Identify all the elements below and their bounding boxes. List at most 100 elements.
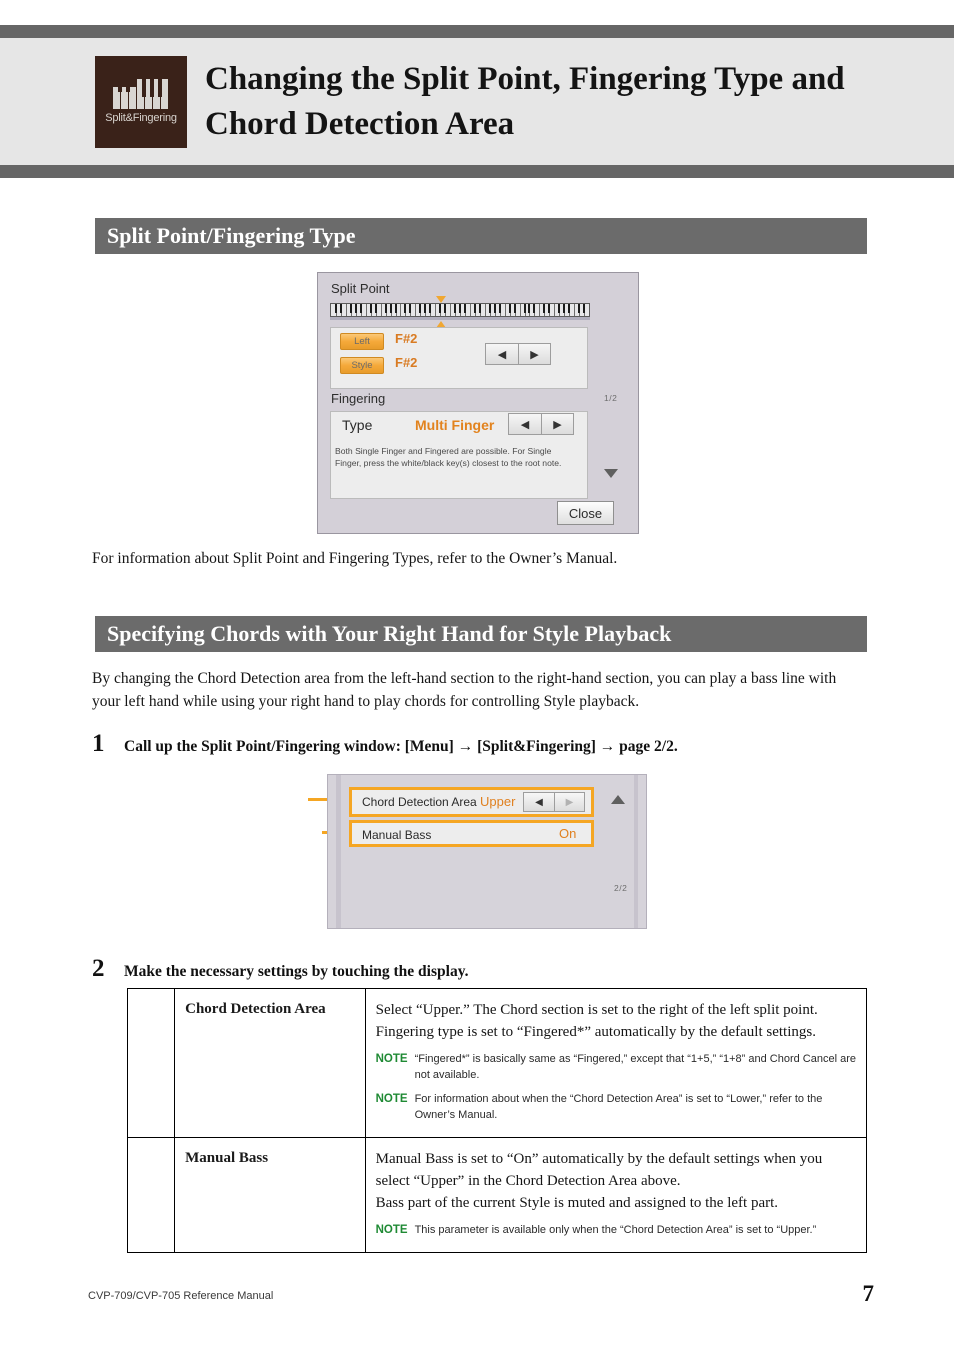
close-button[interactable]: Close	[557, 501, 614, 525]
note-body: “Fingered*” is basically same as “Finger…	[414, 1053, 857, 1081]
note-block: NOTE “Fingered*” is basically same as “Fi…	[376, 1051, 856, 1083]
dialog-right-edge	[634, 775, 638, 928]
split-style-button[interactable]: Style	[340, 357, 384, 374]
table-cell-label: Manual Bass	[174, 1137, 366, 1253]
keyboard-white-key-divider	[400, 304, 402, 316]
keyboard-white-key-divider	[539, 304, 541, 316]
keyboard-white-key-divider	[504, 304, 506, 316]
split-left-value: F#2	[395, 331, 418, 346]
split-marker-top-icon	[435, 296, 446, 303]
keyboard-black-key	[359, 304, 362, 313]
fingering-type-label: Type	[342, 417, 373, 433]
keyboard-white-key-divider	[365, 304, 367, 316]
table-cell-description: Manual Bass is set to “On” automatically…	[364, 1137, 868, 1253]
chevron-up-icon[interactable]	[611, 795, 625, 804]
fingering-type-value: Multi Finger	[415, 417, 495, 433]
note-body: This parameter is available only when th…	[414, 1224, 817, 1236]
keyboard-white-key-divider	[484, 304, 486, 316]
keyboard-black-key	[454, 304, 457, 313]
keyboard-black-key	[478, 304, 481, 313]
manual-bass-value: On	[559, 826, 577, 841]
step-1-text: Call up the Split Point/Fingering window…	[124, 738, 678, 755]
chord-detection-next-icon[interactable]: ▶	[554, 793, 584, 811]
step-2-number: 2	[92, 955, 105, 982]
split-left-button[interactable]: Left	[340, 333, 384, 350]
note-tag: NOTE	[375, 1093, 408, 1105]
keyboard-black-key	[439, 304, 442, 313]
table-row: Manual Bass Manual Bass is set to “On” au…	[126, 1137, 868, 1253]
chord-detection-area-label: Chord Detection Area	[362, 795, 477, 809]
keyboard-black-key	[384, 304, 387, 313]
note-tag: NOTE	[375, 1053, 408, 1065]
keyboard-white-key-divider	[574, 304, 576, 316]
keyboard-white-key-divider	[345, 304, 347, 316]
keyboard-black-key	[339, 304, 342, 313]
fingering-description: Both Single Finger and Fingered are poss…	[335, 446, 562, 468]
dialog-left-edge	[336, 775, 341, 928]
screenshot-split-point-dialog: Split Point Left F#2 Style F#2 ◀ ▶ Finge…	[317, 272, 639, 534]
split-point-next-icon[interactable]: ▶	[518, 344, 550, 364]
fingering-title: Fingering	[331, 391, 386, 406]
keyboard-black-key	[533, 304, 536, 313]
fingering-prev-icon[interactable]: ◀	[509, 414, 541, 434]
keyboard-black-key	[498, 304, 501, 313]
keyboard-black-key	[523, 304, 526, 313]
keyboard-black-key	[543, 304, 546, 313]
split-fingering-icon-label: Split&Fingering	[105, 112, 177, 124]
keyboard-black-key	[528, 304, 531, 313]
keyboard-black-key	[473, 304, 476, 313]
fingering-type-stepper[interactable]: ◀ ▶	[508, 413, 574, 435]
chord-detection-prev-icon[interactable]: ◀	[524, 793, 554, 811]
keyboard-white-key-divider	[554, 304, 556, 316]
keyboard-black-key	[424, 304, 427, 313]
chord-detection-area-stepper[interactable]: ◀ ▶	[523, 792, 585, 812]
screenshot-chord-detection-dialog: Chord Detection Area Upper ◀ ▶ Manual Ba…	[327, 774, 647, 929]
step-1-number: 1	[92, 730, 105, 757]
keyboard-black-key	[444, 304, 447, 313]
footer-page-number: 7	[862, 1281, 875, 1306]
piano-black-key	[142, 79, 146, 97]
split-fingering-icon-box: Split&Fingering	[95, 55, 187, 148]
description-line: Fingering type is set to “Fingered*” aut…	[375, 1024, 816, 1040]
piano-keys-icon	[113, 79, 169, 109]
keyboard-black-key	[459, 304, 461, 313]
split-point-prev-icon[interactable]: ◀	[486, 344, 518, 364]
table-cell-spacer	[126, 1137, 176, 1253]
page-indicator-1: 1/2	[604, 393, 618, 403]
keyboard-black-key	[334, 304, 337, 313]
keyboard-white-key-divider	[435, 304, 437, 316]
keyboard-black-key	[583, 304, 586, 313]
step-1: 1 Call up the Split Point/Fingering wind…	[92, 730, 872, 758]
table-cell-spacer	[126, 988, 176, 1138]
keyboard-black-key	[389, 304, 392, 313]
page-indicator-2: 2/2	[614, 883, 628, 893]
piano-black-key	[158, 79, 162, 97]
description-line: Manual Bass is set to “On” automatically…	[375, 1151, 823, 1189]
table-cell-label: Chord Detection Area	[174, 988, 366, 1138]
keyboard-black-key	[563, 304, 566, 313]
chord-detection-area-value: Upper	[480, 794, 516, 809]
split-point-keyboard[interactable]	[330, 296, 590, 328]
keyboard-black-key	[548, 304, 551, 313]
keyboard-white-key-divider	[380, 304, 382, 316]
description-line: Select “Upper.” The Chord section is set…	[375, 1002, 818, 1018]
keyboard-shadow	[330, 317, 590, 320]
keyboard-black-key	[409, 304, 412, 313]
split-point-title: Split Point	[331, 281, 390, 296]
page-header-inner: Split&Fingering Changing the Split Point…	[0, 38, 954, 165]
split-point-stepper[interactable]: ◀ ▶	[485, 343, 551, 365]
fingering-next-icon[interactable]: ▶	[541, 414, 573, 434]
chord-detection-area-row[interactable]: Chord Detection Area Upper ◀ ▶	[349, 787, 594, 817]
note-block: NOTE For information about when the “Chor…	[376, 1091, 856, 1123]
manual-bass-row[interactable]: Manual Bass On	[349, 820, 594, 847]
keyboard-black-key	[394, 304, 397, 313]
keyboard-graphic	[330, 303, 590, 317]
page-header-band: Split&Fingering Changing the Split Point…	[0, 25, 954, 178]
step-2-text: Make the necessary settings by touching …	[124, 963, 469, 980]
keyboard-black-key	[513, 304, 516, 313]
keyboard-black-key	[419, 304, 422, 313]
section-heading-split-point: Split Point/Fingering Type	[95, 218, 867, 254]
chevron-down-icon[interactable]	[604, 469, 618, 478]
footer-manual-name: CVP-709/CVP-705 Reference Manual	[88, 1290, 274, 1302]
step-2: 2 Make the necessary settings by touchin…	[92, 955, 872, 983]
